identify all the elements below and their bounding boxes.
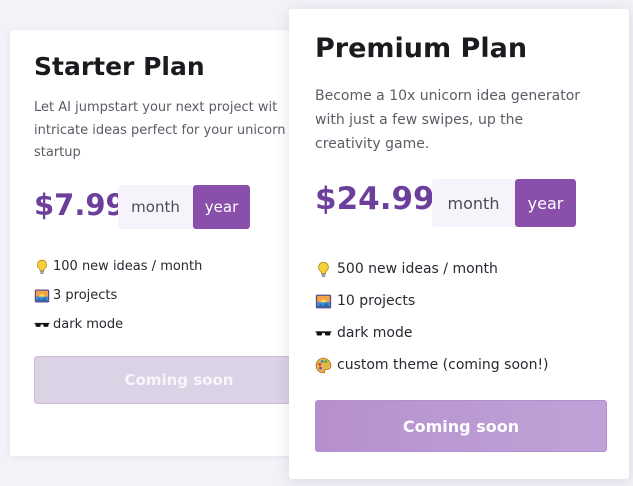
feature-text: 100 new ideas / month <box>53 259 203 274</box>
feature-item: 100 new ideas / month <box>34 252 202 281</box>
feature-item: 10 projects <box>315 285 549 317</box>
description-line: Let AI jumpstart your next project wit <box>34 100 278 115</box>
feature-item: dark mode <box>34 310 202 339</box>
description-line: creativity game. <box>315 136 430 152</box>
month-option[interactable]: month <box>118 185 193 229</box>
sunrise-picture-icon <box>315 293 332 310</box>
description-line: intricate ideas perfect for your unicorn <box>34 122 286 138</box>
coming-soon-button[interactable]: Coming soon <box>315 400 607 452</box>
description-line: Become a 10x unicorn idea generator <box>315 88 581 104</box>
lightbulb-icon <box>34 259 50 275</box>
feature-item: dark mode <box>315 317 549 349</box>
feature-list: 100 new ideas / month 3 projects dark mo… <box>34 252 202 339</box>
plan-title: Starter Plan <box>34 52 205 81</box>
feature-item: custom theme (coming soon!) <box>315 349 549 381</box>
sunrise-picture-icon <box>34 288 50 304</box>
sunglasses-icon <box>34 317 50 333</box>
feature-item: 3 projects <box>34 281 202 310</box>
feature-text: dark mode <box>337 325 413 341</box>
starter-plan-card: Starter Plan Let AI jumpstart your next … <box>10 30 310 456</box>
description-line: with just a few swipes, up the <box>315 112 524 128</box>
plan-description: Become a 10x unicorn idea generator with… <box>315 84 605 156</box>
feature-text: custom theme (coming soon!) <box>337 357 549 373</box>
palette-icon <box>315 357 332 374</box>
coming-soon-button[interactable]: Coming soon <box>34 356 310 404</box>
feature-text: dark mode <box>53 317 124 332</box>
feature-text: 3 projects <box>53 288 118 303</box>
lightbulb-icon <box>315 261 332 278</box>
feature-list: 500 new ideas / month 10 projects dark m… <box>315 253 549 381</box>
billing-period-toggle: month year <box>118 185 250 229</box>
month-option[interactable]: month <box>432 179 515 227</box>
sunglasses-icon <box>315 325 332 342</box>
plan-price: $7.99 <box>34 188 126 222</box>
plan-price: $24.99 <box>315 181 435 217</box>
pricing-section: Starter Plan Let AI jumpstart your next … <box>0 0 633 486</box>
description-line: startup <box>34 145 81 160</box>
feature-item: 500 new ideas / month <box>315 253 549 285</box>
plan-description: Let AI jumpstart your next project wit i… <box>34 97 310 165</box>
feature-text: 10 projects <box>337 293 416 309</box>
billing-period-toggle: month year <box>432 179 576 227</box>
year-option[interactable]: year <box>193 185 250 229</box>
feature-text: 500 new ideas / month <box>337 261 498 277</box>
premium-plan-card: Premium Plan Become a 10x unicorn idea g… <box>289 9 629 479</box>
year-option[interactable]: year <box>515 179 576 227</box>
plan-title: Premium Plan <box>315 33 528 64</box>
